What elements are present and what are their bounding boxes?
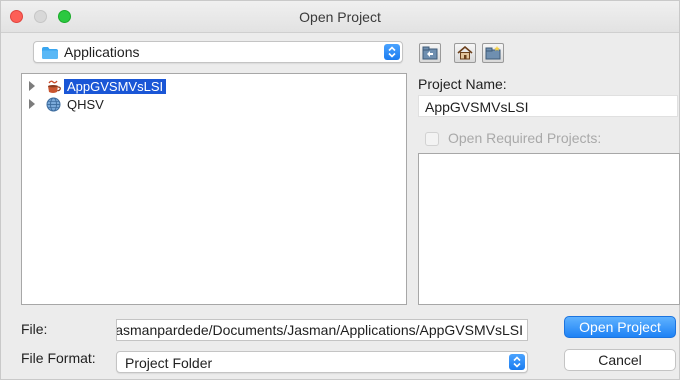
file-path-value: jasmanpardede/Documents/Jasman/Applicati… — [116, 322, 523, 338]
tree-item-appgvsmvslsi[interactable]: AppGVSMVsLSI — [22, 78, 406, 96]
window-title: Open Project — [299, 9, 381, 25]
open-required-projects-checkbox[interactable] — [425, 132, 439, 146]
file-label: File: — [21, 321, 48, 337]
folder-combo-label: Applications — [64, 44, 140, 60]
tree-item-label: QHSV — [67, 97, 104, 112]
required-projects-list[interactable] — [418, 153, 680, 305]
folder-combo[interactable]: Applications — [33, 41, 403, 63]
open-project-dialog: Open Project Applications AppGVSMVsLSI Q… — [0, 0, 680, 380]
cancel-button[interactable]: Cancel — [564, 349, 676, 371]
title-bar[interactable]: Open Project — [1, 1, 679, 33]
expand-arrow-icon[interactable] — [29, 99, 35, 109]
tree-item-label: AppGVSMVsLSI — [64, 79, 167, 94]
new-folder-icon — [485, 46, 501, 60]
open-required-projects-label: Open Required Projects: — [448, 130, 602, 146]
folder-up-button[interactable] — [419, 43, 441, 63]
home-button[interactable] — [454, 43, 476, 63]
file-format-label: File Format: — [21, 350, 96, 366]
file-path-input[interactable]: jasmanpardede/Documents/Jasman/Applicati… — [116, 319, 528, 341]
open-project-button[interactable]: Open Project — [564, 316, 676, 338]
expand-arrow-icon[interactable] — [29, 81, 35, 91]
combo-stepper-icon[interactable] — [384, 44, 400, 60]
tree-item-qhsv[interactable]: QHSV — [22, 96, 406, 114]
coffee-cup-icon — [48, 80, 61, 93]
folder-up-icon — [422, 46, 438, 60]
combo-stepper-icon[interactable] — [509, 354, 525, 370]
folder-icon — [42, 47, 58, 59]
new-folder-button[interactable] — [482, 43, 504, 63]
project-name-label: Project Name: — [418, 76, 507, 92]
file-format-combo[interactable]: Project Folder — [116, 351, 528, 373]
home-icon — [457, 46, 473, 60]
globe-icon — [46, 97, 61, 112]
project-tree[interactable]: AppGVSMVsLSI QHSV — [21, 73, 407, 305]
file-format-value: Project Folder — [125, 355, 213, 371]
project-name-field: AppGVSMVsLSI — [418, 95, 678, 117]
